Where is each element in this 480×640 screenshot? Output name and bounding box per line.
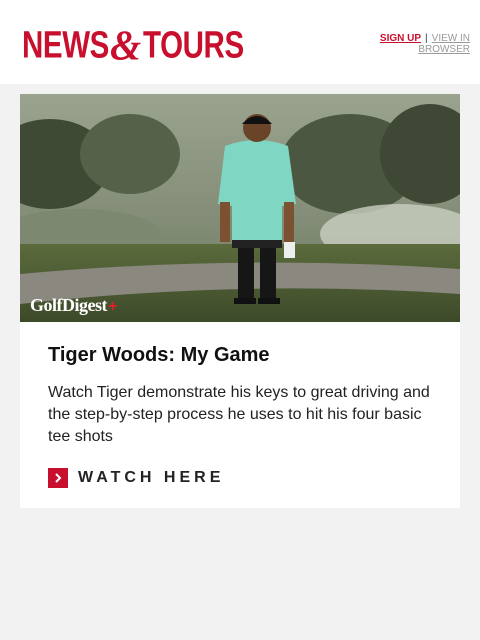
email-header: NEWS & TOURS SIGN UP | VIEW IN BROWSER <box>0 0 480 84</box>
watch-here-label: WATCH HERE <box>78 469 225 486</box>
news-and-tours-logo[interactable]: NEWS & TOURS <box>22 21 244 68</box>
header-links: SIGN UP | VIEW IN BROWSER <box>350 33 470 55</box>
golf-digest-wordmark: GolfDigest <box>30 295 107 315</box>
article-description: Watch Tiger demonstrate his keys to grea… <box>48 384 430 445</box>
golf-digest-brand: GolfDigest+ <box>30 295 117 316</box>
watch-here-button[interactable]: WATCH HERE <box>48 468 224 488</box>
logo-news-text: NEWS <box>22 22 109 66</box>
link-separator: | <box>425 33 428 44</box>
article-card: GolfDigest+ Tiger Woods: My Game Watch T… <box>20 94 460 508</box>
chevron-right-icon <box>48 468 68 488</box>
hero-image[interactable]: GolfDigest+ <box>20 94 460 322</box>
brand-plus: + <box>107 298 117 315</box>
sign-up-link[interactable]: SIGN UP <box>380 33 421 44</box>
hero-illustration <box>20 94 460 322</box>
article-title[interactable]: Tiger Woods: My Game <box>48 344 270 367</box>
logo-tours-text: TOURS <box>142 22 244 66</box>
logo-ampersand: & <box>110 21 141 69</box>
